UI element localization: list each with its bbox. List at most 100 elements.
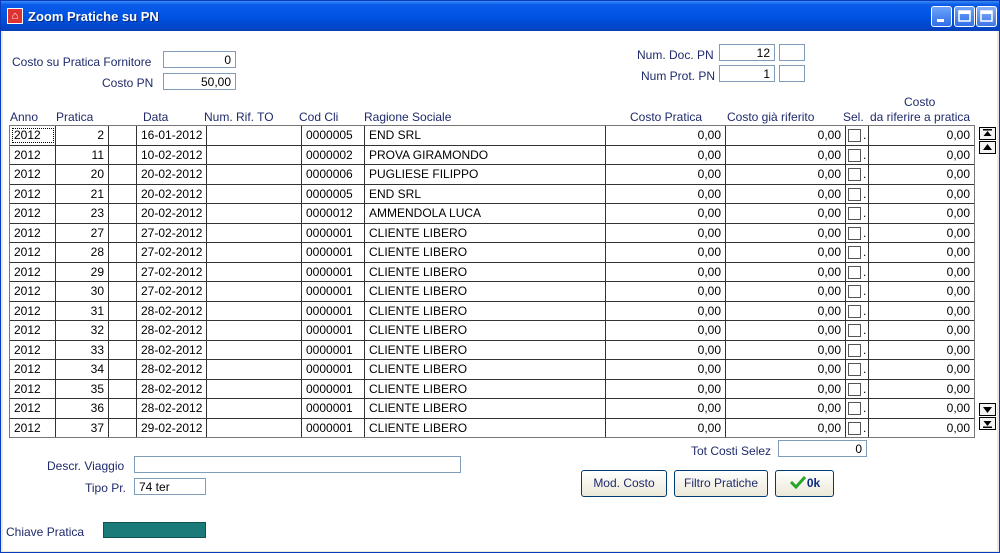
- cell-costo-rif: 0,00: [869, 321, 974, 340]
- tipo-pr-field[interactable]: 74 ter: [134, 478, 206, 495]
- num-doc-field[interactable]: 12: [719, 44, 775, 61]
- tot-costi-field[interactable]: 0: [778, 440, 867, 457]
- table-row[interactable]: 2012 30 27-02-2012 0000001 CLIENTE LIBERO 0,0…: [10, 282, 974, 302]
- col-pratica[interactable]: Pratica: [56, 110, 93, 124]
- sel-mark: .: [863, 381, 867, 396]
- cell-cod-cli: 0000001: [302, 243, 365, 262]
- table-row[interactable]: 2012 35 28-02-2012 0000001 CLIENTE LIBERO 0,0…: [10, 379, 974, 399]
- cell-ragione: CLIENTE LIBERO: [365, 282, 606, 301]
- table-row[interactable]: 2012 34 28-02-2012 0000001 CLIENTE LIBERO 0,0…: [10, 360, 974, 380]
- col-num-rif[interactable]: Num. Rif. TO: [204, 110, 274, 124]
- costo-pn-field[interactable]: 50,00: [163, 73, 236, 90]
- sel-mark: .: [863, 303, 867, 318]
- cell-pratica: 34: [56, 360, 109, 379]
- select-checkbox[interactable]: [848, 187, 861, 201]
- table-row[interactable]: 2012 23 20-02-2012 0000012 AMMENDOLA LUCA 0,0…: [10, 204, 974, 224]
- table-row[interactable]: 2012 33 28-02-2012 0000001 CLIENTE LIBERO 0,0…: [10, 340, 974, 360]
- select-checkbox[interactable]: [848, 246, 861, 259]
- col-costo-top[interactable]: Costo: [904, 95, 935, 109]
- cell-pratica: 27: [56, 223, 109, 243]
- table-row[interactable]: 2012 20 20-02-2012 0000006 PUGLIESE FILIPPO 0…: [10, 165, 974, 185]
- table-row[interactable]: 2012 27 27-02-2012 0000001 CLIENTE LIBERO 0,0…: [10, 223, 974, 243]
- pratiche-table[interactable]: 2012 2 16-01-2012 0000005 END SRL 0,00 0,00. 0,…: [9, 125, 975, 438]
- scroll-down-button[interactable]: [979, 403, 996, 416]
- col-ragione-sociale[interactable]: Ragione Sociale: [364, 110, 451, 124]
- cell-num-rif: [207, 321, 302, 340]
- select-checkbox[interactable]: [848, 265, 861, 279]
- cell-cod-cli: 0000001: [302, 360, 365, 379]
- table-row[interactable]: 2012 21 20-02-2012 0000005 END SRL 0,00 0,00. 0…: [10, 184, 974, 204]
- select-checkbox[interactable]: [848, 343, 861, 357]
- select-checkbox[interactable]: [848, 285, 861, 298]
- table-row[interactable]: 2012 37 29-02-2012 0000001 CLIENTE LIBERO 0,0…: [10, 418, 974, 438]
- table-row[interactable]: 2012 28 27-02-2012 0000001 CLIENTE LIBERO 0,0…: [10, 243, 974, 263]
- select-checkbox[interactable]: [848, 402, 861, 415]
- table-row[interactable]: 2012 32 28-02-2012 0000001 CLIENTE LIBERO 0,0…: [10, 321, 974, 341]
- chiave-pratica-bar[interactable]: [103, 522, 206, 538]
- cell-anno: 2012: [10, 184, 56, 204]
- mod-costo-button[interactable]: Mod. Costo: [581, 470, 667, 497]
- num-prot-field[interactable]: 1: [719, 65, 775, 82]
- scroll-bottom-button[interactable]: [979, 417, 996, 430]
- sel-cell: .: [846, 243, 869, 262]
- close-button[interactable]: [976, 6, 997, 27]
- select-checkbox[interactable]: [848, 324, 861, 337]
- col-costo-gia-riferito[interactable]: Costo già riferito: [727, 110, 814, 124]
- table-row[interactable]: 2012 29 27-02-2012 0000001 CLIENTE LIBERO 0,0…: [10, 262, 974, 282]
- col-sel[interactable]: Sel.: [843, 110, 864, 124]
- cell-costo-pratica: 0,00: [606, 340, 726, 360]
- spacer-cell: [109, 301, 137, 321]
- cell-costo-rif: 0,00: [869, 399, 974, 418]
- cell-ragione: CLIENTE LIBERO: [365, 360, 606, 379]
- num-doc-extra-field[interactable]: [779, 44, 805, 61]
- col-costo-da-riferire[interactable]: da riferire a pratica: [870, 110, 970, 124]
- table-row[interactable]: 2012 36 28-02-2012 0000001 CLIENTE LIBERO 0,0…: [10, 399, 974, 419]
- select-checkbox[interactable]: [848, 168, 861, 181]
- minimize-button[interactable]: [931, 6, 952, 27]
- col-costo-pratica[interactable]: Costo Pratica: [630, 110, 702, 124]
- cell-data: 28-02-2012: [137, 379, 207, 399]
- col-cod-cli[interactable]: Cod Cli: [299, 110, 338, 124]
- table-row[interactable]: 2012 11 10-02-2012 0000002 PROVA GIRAMONDO 0,…: [10, 145, 974, 165]
- sel-mark: .: [863, 264, 867, 279]
- col-data[interactable]: Data: [143, 110, 168, 124]
- maximize-button[interactable]: [954, 6, 975, 27]
- select-checkbox[interactable]: [848, 207, 861, 220]
- select-checkbox[interactable]: [848, 148, 861, 162]
- title-bar[interactable]: ⌂ Zoom Pratiche su PN: [1, 1, 999, 31]
- select-checkbox[interactable]: [848, 363, 861, 376]
- cell-costo-pratica: 0,00: [606, 360, 726, 379]
- ok-button[interactable]: 0k: [775, 470, 834, 497]
- table-row[interactable]: 2012 31 28-02-2012 0000001 CLIENTE LIBERO 0,0…: [10, 301, 974, 321]
- descr-viaggio-field[interactable]: [134, 456, 461, 473]
- cell-ragione: CLIENTE LIBERO: [365, 262, 606, 282]
- cell-costo-rif: 0,00: [869, 282, 974, 301]
- cell-cod-cli: 0000001: [302, 379, 365, 399]
- select-checkbox[interactable]: [848, 129, 861, 142]
- sel-mark: .: [863, 284, 867, 298]
- num-prot-extra-field[interactable]: [779, 65, 805, 82]
- scroll-top-button[interactable]: [979, 127, 996, 140]
- cell-num-rif: [207, 223, 302, 243]
- cell-costo-rif: 0,00: [869, 185, 974, 204]
- costo-su-pratica-field[interactable]: 0: [163, 51, 236, 68]
- filtro-pratiche-button[interactable]: Filtro Pratiche: [674, 470, 768, 497]
- cell-cod-cli: 0000006: [302, 165, 365, 184]
- costo-su-pratica-label: Costo su Pratica Fornitore: [12, 55, 152, 69]
- col-anno[interactable]: Anno: [10, 110, 38, 124]
- cell-costo-rif: 0,00: [869, 360, 974, 379]
- scroll-up-button[interactable]: [979, 141, 996, 154]
- scroll-top-icon: [983, 129, 992, 136]
- cell-anno: 2012: [10, 418, 56, 437]
- cell-num-rif: [207, 126, 302, 145]
- select-checkbox[interactable]: [848, 304, 861, 318]
- cell-costo-pratica: 0,00: [606, 321, 726, 340]
- select-checkbox[interactable]: [848, 382, 861, 396]
- select-checkbox[interactable]: [848, 226, 861, 240]
- table-row[interactable]: 2012 2 16-01-2012 0000005 END SRL 0,00 0,00. 0,…: [10, 126, 974, 146]
- sel-mark: .: [863, 420, 867, 435]
- tipo-pr-label: Tipo Pr.: [85, 481, 126, 495]
- sel-cell: .: [846, 204, 869, 223]
- cell-costo-rif: 0,00: [869, 419, 974, 438]
- select-checkbox[interactable]: [848, 421, 861, 435]
